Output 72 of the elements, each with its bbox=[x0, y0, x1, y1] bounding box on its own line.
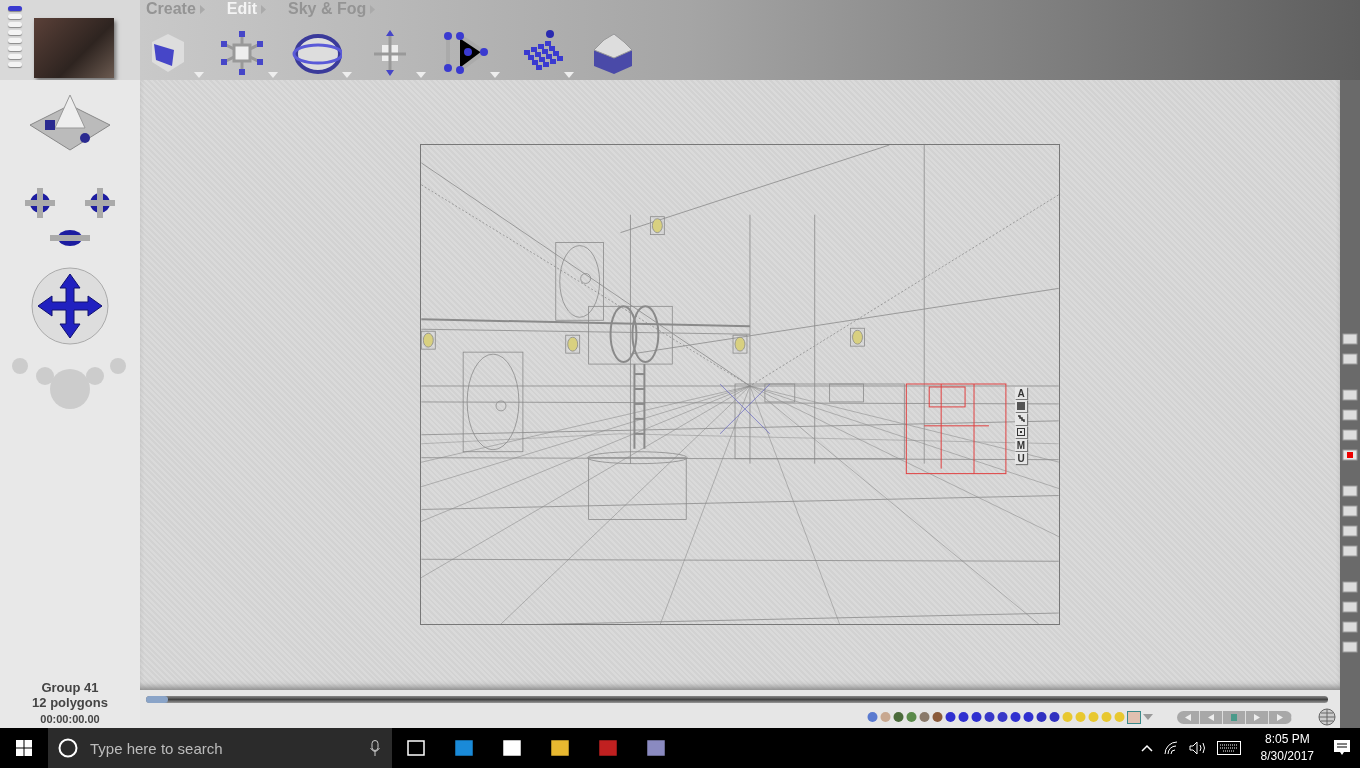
triangle-icon bbox=[1185, 713, 1191, 721]
frame-icon bbox=[1017, 428, 1025, 436]
windows-icon bbox=[16, 740, 32, 756]
object-preset-icon[interactable] bbox=[1049, 711, 1060, 723]
triangle-icon bbox=[1254, 713, 1260, 721]
panel-icon[interactable] bbox=[1342, 388, 1358, 402]
object-preset-icon[interactable] bbox=[945, 711, 956, 723]
chevron-up-icon[interactable] bbox=[1140, 744, 1153, 752]
handle-button[interactable]: M bbox=[1015, 439, 1027, 451]
caret-icon bbox=[194, 72, 204, 78]
object-name: Group 41 bbox=[41, 680, 99, 695]
gradient-preset-icon[interactable] bbox=[1127, 710, 1141, 724]
clock[interactable]: 8:05 PM 8/30/2017 bbox=[1260, 731, 1314, 765]
arrow-icon bbox=[199, 4, 205, 14]
viewport[interactable]: A M U bbox=[420, 144, 1060, 625]
store-icon bbox=[502, 739, 522, 757]
playback-button[interactable] bbox=[1223, 710, 1246, 724]
playback-button[interactable] bbox=[1246, 710, 1269, 724]
triangle-icon bbox=[1208, 713, 1214, 721]
object-preset-icon[interactable] bbox=[919, 711, 930, 723]
app-icon bbox=[646, 739, 666, 757]
object-preset-icon[interactable] bbox=[1010, 711, 1021, 723]
polygon-count: 12 polygons bbox=[32, 695, 108, 710]
notifications-icon[interactable] bbox=[1334, 740, 1350, 756]
object-preset-icon[interactable] bbox=[984, 711, 995, 723]
circle-icon bbox=[58, 738, 78, 758]
object-preset-icon[interactable] bbox=[932, 711, 943, 723]
task-view-icon bbox=[406, 739, 426, 757]
object-preset-icon[interactable] bbox=[1036, 711, 1047, 723]
object-preset-icon[interactable] bbox=[997, 711, 1008, 723]
object-preset-icon[interactable] bbox=[958, 711, 969, 723]
triangle-icon bbox=[1277, 713, 1283, 721]
caret-icon bbox=[564, 72, 574, 78]
keyboard-icon[interactable] bbox=[1216, 741, 1241, 755]
handle-button[interactable] bbox=[1015, 413, 1027, 425]
speaker-icon[interactable] bbox=[1188, 741, 1207, 755]
microphone-icon[interactable] bbox=[370, 740, 380, 756]
globe-icon[interactable] bbox=[1318, 708, 1336, 726]
caret-icon bbox=[1143, 714, 1153, 720]
handle-button[interactable]: U bbox=[1015, 452, 1027, 464]
playback-button[interactable] bbox=[1177, 710, 1200, 724]
handle-button[interactable] bbox=[1015, 426, 1027, 438]
handle-button[interactable] bbox=[1015, 400, 1027, 412]
playback-button[interactable] bbox=[1200, 710, 1223, 724]
clock-time: 8:05 PM bbox=[1264, 731, 1310, 748]
wifi-icon[interactable] bbox=[1162, 741, 1179, 755]
playback-button[interactable] bbox=[1269, 710, 1292, 724]
object-preset-icon[interactable] bbox=[893, 711, 904, 723]
search-field[interactable]: Type here to search bbox=[88, 738, 360, 758]
time-code: 00:00:00.00 bbox=[40, 713, 100, 725]
clock-date: 8/30/2017 bbox=[1260, 748, 1314, 765]
folder-icon bbox=[550, 739, 570, 757]
caret-icon bbox=[342, 72, 352, 78]
move-arrows-icon[interactable] bbox=[30, 266, 110, 346]
browser-icon bbox=[454, 739, 474, 757]
object-preset-icon[interactable] bbox=[867, 711, 878, 723]
handle-button[interactable]: A bbox=[1015, 387, 1027, 399]
preview-thumbnail[interactable] bbox=[34, 18, 114, 78]
timeline-track[interactable] bbox=[146, 696, 1328, 703]
object-preset-icon[interactable] bbox=[971, 711, 982, 723]
square-icon bbox=[1017, 402, 1025, 410]
object-preset-icon[interactable] bbox=[1023, 711, 1034, 723]
object-preset-icon[interactable] bbox=[906, 711, 917, 723]
search-bar[interactable]: Type here to search bbox=[48, 728, 392, 768]
link-icon bbox=[1017, 415, 1025, 423]
app-icon bbox=[598, 739, 618, 757]
caret-icon bbox=[490, 72, 500, 78]
preset-button[interactable] bbox=[8, 6, 22, 11]
caret-icon bbox=[416, 72, 426, 78]
caret-icon bbox=[268, 72, 278, 78]
record-icon[interactable] bbox=[1342, 448, 1358, 462]
arrow-icon bbox=[261, 4, 267, 14]
